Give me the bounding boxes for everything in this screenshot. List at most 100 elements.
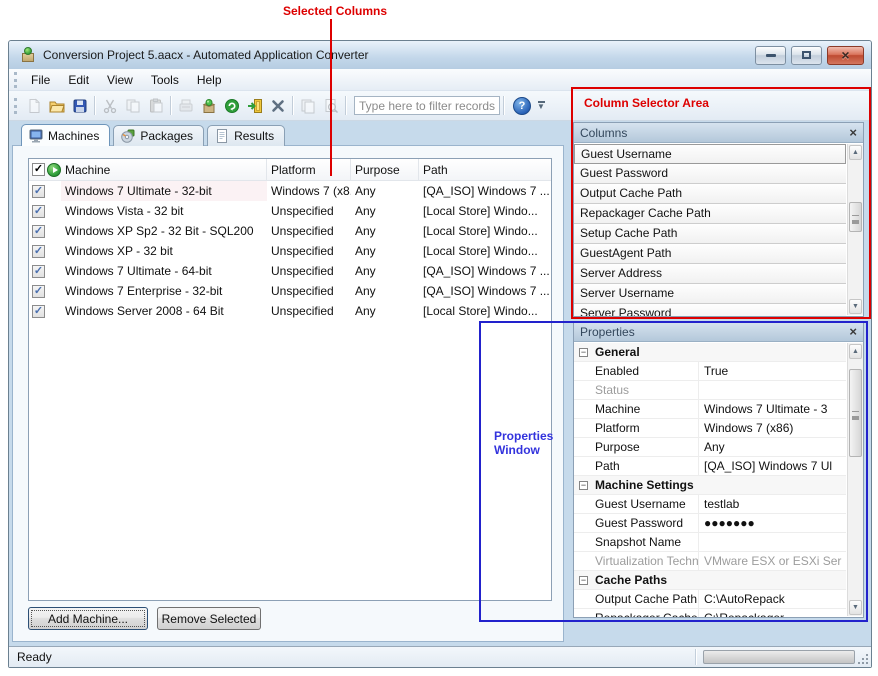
menu-view[interactable]: View xyxy=(98,70,142,90)
open-project-button[interactable] xyxy=(45,94,68,117)
property-value[interactable]: Any xyxy=(699,440,846,454)
add-machine-button[interactable]: Add Machine... xyxy=(28,607,148,630)
menu-help[interactable]: Help xyxy=(188,70,231,90)
paste-button[interactable] xyxy=(144,94,167,117)
collapse-icon[interactable]: − xyxy=(579,576,588,585)
property-row[interactable]: Repackager Cache PathC:\Repackager xyxy=(574,609,846,617)
scrollbar-thumb[interactable] xyxy=(849,369,862,457)
row-checkbox[interactable] xyxy=(32,305,45,318)
copy-button[interactable] xyxy=(121,94,144,117)
maximize-button[interactable] xyxy=(791,46,822,65)
column-item[interactable]: Server Address xyxy=(574,264,846,284)
row-checkbox[interactable] xyxy=(32,245,45,258)
duplicate-button[interactable] xyxy=(296,94,319,117)
scroll-up-icon[interactable]: ▲ xyxy=(849,344,862,359)
property-row[interactable]: Status xyxy=(574,381,846,400)
select-all-checkbox[interactable] xyxy=(32,163,45,176)
scrollbar-thumb[interactable] xyxy=(849,202,862,232)
capture-button[interactable] xyxy=(174,94,197,117)
property-value[interactable]: ●●●●●●● xyxy=(699,516,846,530)
property-group-row[interactable]: −General xyxy=(574,343,846,362)
columns-scrollbar[interactable]: ▲ ▼ xyxy=(847,144,863,315)
collapse-icon[interactable]: − xyxy=(579,481,588,490)
property-value[interactable]: C:\Repackager xyxy=(699,611,846,617)
row-checkbox[interactable] xyxy=(32,225,45,238)
properties-panel-header[interactable]: Properties × xyxy=(574,322,863,342)
column-item[interactable]: Guest Password xyxy=(574,164,846,184)
menu-tools[interactable]: Tools xyxy=(142,70,188,90)
tab-packages[interactable]: Packages xyxy=(113,125,204,146)
resize-grip[interactable] xyxy=(858,654,868,664)
filter-records-input[interactable] xyxy=(354,96,500,115)
preview-button[interactable] xyxy=(319,94,342,117)
column-item[interactable]: GuestAgent Path xyxy=(574,244,846,264)
column-item[interactable]: Setup Cache Path xyxy=(574,224,846,244)
properties-close-icon[interactable]: × xyxy=(849,325,857,338)
property-row[interactable]: EnabledTrue xyxy=(574,362,846,381)
column-header-platform[interactable]: Platform xyxy=(267,159,351,180)
menu-edit[interactable]: Edit xyxy=(59,70,98,90)
table-row[interactable]: Windows 7 Ultimate - 32-bit Windows 7 (x… xyxy=(29,181,551,201)
property-row[interactable]: Output Cache PathC:\AutoRepack xyxy=(574,590,846,609)
save-project-button[interactable] xyxy=(68,94,91,117)
property-group-row[interactable]: −Cache Paths xyxy=(574,571,846,590)
column-header-purpose[interactable]: Purpose xyxy=(351,159,419,180)
cancel-button[interactable] xyxy=(266,94,289,117)
new-project-button[interactable] xyxy=(22,94,45,117)
row-checkbox[interactable] xyxy=(32,205,45,218)
column-item[interactable]: Server Password xyxy=(574,304,846,316)
help-button[interactable]: ? xyxy=(513,97,531,115)
table-row[interactable]: Windows Vista - 32 bit Unspecified Any [… xyxy=(29,201,551,221)
scroll-up-icon[interactable]: ▲ xyxy=(849,145,862,160)
property-group-row[interactable]: −Machine Settings xyxy=(574,476,846,495)
scroll-down-icon[interactable]: ▼ xyxy=(849,299,862,314)
remove-selected-button[interactable]: Remove Selected xyxy=(157,607,261,630)
properties-scrollbar[interactable]: ▲ ▼ xyxy=(847,343,863,616)
column-item[interactable]: Server Username xyxy=(574,284,846,304)
property-row[interactable]: PlatformWindows 7 (x86) xyxy=(574,419,846,438)
table-row[interactable]: Windows XP Sp2 - 32 Bit - SQL200 Unspeci… xyxy=(29,221,551,241)
toolbar-options-button[interactable]: ▼ xyxy=(534,95,548,117)
column-item[interactable]: Repackager Cache Path xyxy=(574,204,846,224)
property-value[interactable]: Windows 7 (x86) xyxy=(699,421,846,435)
columns-close-icon[interactable]: × xyxy=(849,126,857,139)
table-row[interactable]: Windows Server 2008 - 64 Bit Unspecified… xyxy=(29,301,551,321)
cut-button[interactable] xyxy=(98,94,121,117)
package-button[interactable] xyxy=(197,94,220,117)
table-row[interactable]: Windows 7 Enterprise - 32-bit Unspecifie… xyxy=(29,281,551,301)
property-row[interactable]: Virtualization TechnologVMware ESX or ES… xyxy=(574,552,846,571)
property-row[interactable]: Guest Usernametestlab xyxy=(574,495,846,514)
columns-panel-header[interactable]: Columns × xyxy=(574,123,863,143)
scroll-down-icon[interactable]: ▼ xyxy=(849,600,862,615)
property-value[interactable]: [QA_ISO] Windows 7 Ul xyxy=(699,459,846,473)
close-button[interactable]: × xyxy=(827,46,864,65)
tab-results[interactable]: Results xyxy=(207,125,285,146)
tab-machines[interactable]: Machines xyxy=(21,124,110,146)
status-text: Ready xyxy=(9,650,52,664)
title-bar[interactable]: Conversion Project 5.aacx - Automated Ap… xyxy=(9,41,871,69)
run-export-button[interactable] xyxy=(243,94,266,117)
row-checkbox[interactable] xyxy=(32,185,45,198)
table-row[interactable]: Windows 7 Ultimate - 64-bit Unspecified … xyxy=(29,261,551,281)
column-item[interactable]: Guest Username xyxy=(574,144,846,164)
collapse-icon[interactable]: − xyxy=(579,348,588,357)
property-row[interactable]: PurposeAny xyxy=(574,438,846,457)
column-item[interactable]: Output Cache Path xyxy=(574,184,846,204)
start-conversion-button[interactable] xyxy=(220,94,243,117)
row-checkbox[interactable] xyxy=(32,265,45,278)
property-value[interactable]: Windows 7 Ultimate - 3 xyxy=(699,402,846,416)
table-row[interactable]: Windows XP - 32 bit Unspecified Any [Loc… xyxy=(29,241,551,261)
property-row[interactable]: Snapshot Name xyxy=(574,533,846,552)
property-value[interactable]: C:\AutoRepack xyxy=(699,592,846,606)
minimize-button[interactable] xyxy=(755,46,786,65)
menu-file[interactable]: File xyxy=(22,70,59,90)
property-value[interactable]: testlab xyxy=(699,497,846,511)
row-checkbox[interactable] xyxy=(32,285,45,298)
property-value[interactable]: True xyxy=(699,364,846,378)
property-row[interactable]: Path[QA_ISO] Windows 7 Ul xyxy=(574,457,846,476)
column-header-machine[interactable]: Machine xyxy=(61,159,267,180)
property-row[interactable]: Guest Password●●●●●●● xyxy=(574,514,846,533)
column-header-path[interactable]: Path xyxy=(419,159,551,180)
property-value[interactable]: VMware ESX or ESXi Ser xyxy=(699,554,846,568)
property-row[interactable]: MachineWindows 7 Ultimate - 3 xyxy=(574,400,846,419)
